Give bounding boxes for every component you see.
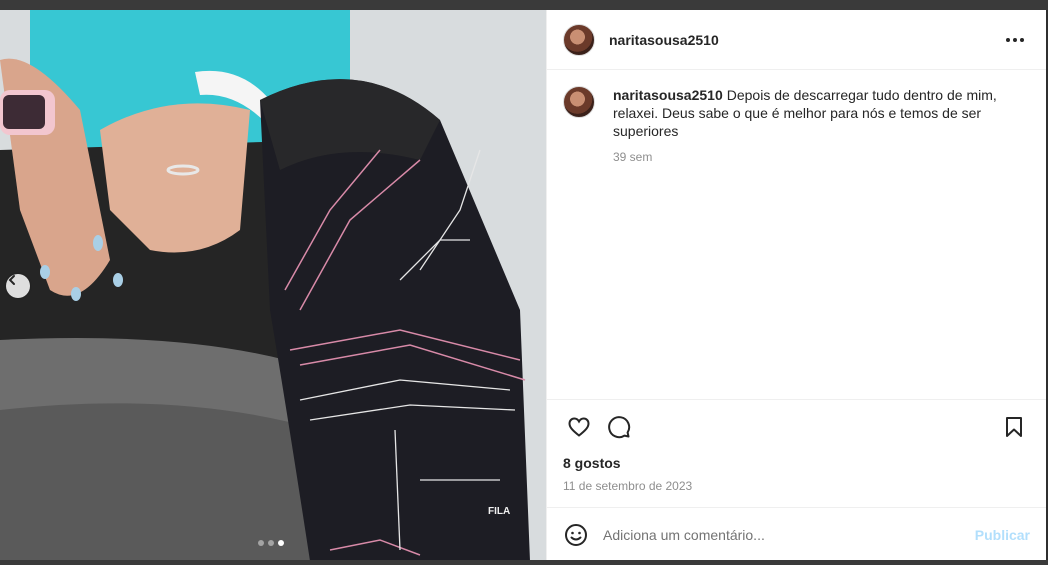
post-modal: FILA naritasousa2510 naritasousa2510 Depo… — [0, 10, 1046, 561]
likes-count[interactable]: 8 gostos — [547, 455, 1046, 471]
more-options-icon[interactable] — [1000, 32, 1030, 48]
comment-input[interactable] — [603, 526, 975, 543]
chevron-left-icon — [8, 275, 15, 285]
emoji-icon — [565, 523, 587, 546]
post-photo: FILA — [0, 10, 546, 561]
comment-button[interactable] — [599, 407, 639, 447]
comment-icon — [608, 415, 631, 438]
comments-section: naritasousa2510 Depois de descarregar tud… — [547, 70, 1046, 399]
caption: naritasousa2510 Depois de descarregar tud… — [563, 86, 1030, 166]
like-button[interactable] — [559, 407, 599, 447]
caption-body: naritasousa2510 Depois de descarregar tud… — [613, 86, 1030, 166]
previous-image-button[interactable] — [6, 274, 30, 298]
caption-avatar[interactable] — [563, 86, 595, 118]
backdrop-strip-bottom — [0, 560, 1048, 565]
carousel-dot — [268, 540, 274, 546]
emoji-button[interactable] — [563, 522, 589, 548]
save-button[interactable] — [994, 407, 1034, 447]
post-date[interactable]: 11 de setembro de 2023 — [547, 479, 1046, 493]
action-bar — [547, 399, 1046, 453]
carousel-dot — [258, 540, 264, 546]
backdrop-strip-top — [0, 0, 1048, 10]
caption-time[interactable]: 39 sem — [613, 148, 1030, 166]
author-username[interactable]: naritasousa2510 — [609, 32, 719, 48]
carousel-indicator — [258, 540, 284, 546]
post-sidebar: naritasousa2510 naritasousa2510 Depois de… — [546, 10, 1046, 561]
add-comment-bar: Publicar — [547, 507, 1046, 561]
post-header: naritasousa2510 — [547, 10, 1046, 70]
bookmark-icon — [1006, 416, 1022, 437]
publish-button[interactable]: Publicar — [975, 527, 1030, 543]
brand-logo: FILA — [488, 506, 510, 517]
carousel-dot-active — [278, 540, 284, 546]
avatar[interactable] — [563, 23, 595, 56]
heart-icon — [568, 416, 590, 437]
post-media: FILA — [0, 10, 546, 561]
caption-username[interactable]: naritasousa2510 — [613, 87, 723, 103]
